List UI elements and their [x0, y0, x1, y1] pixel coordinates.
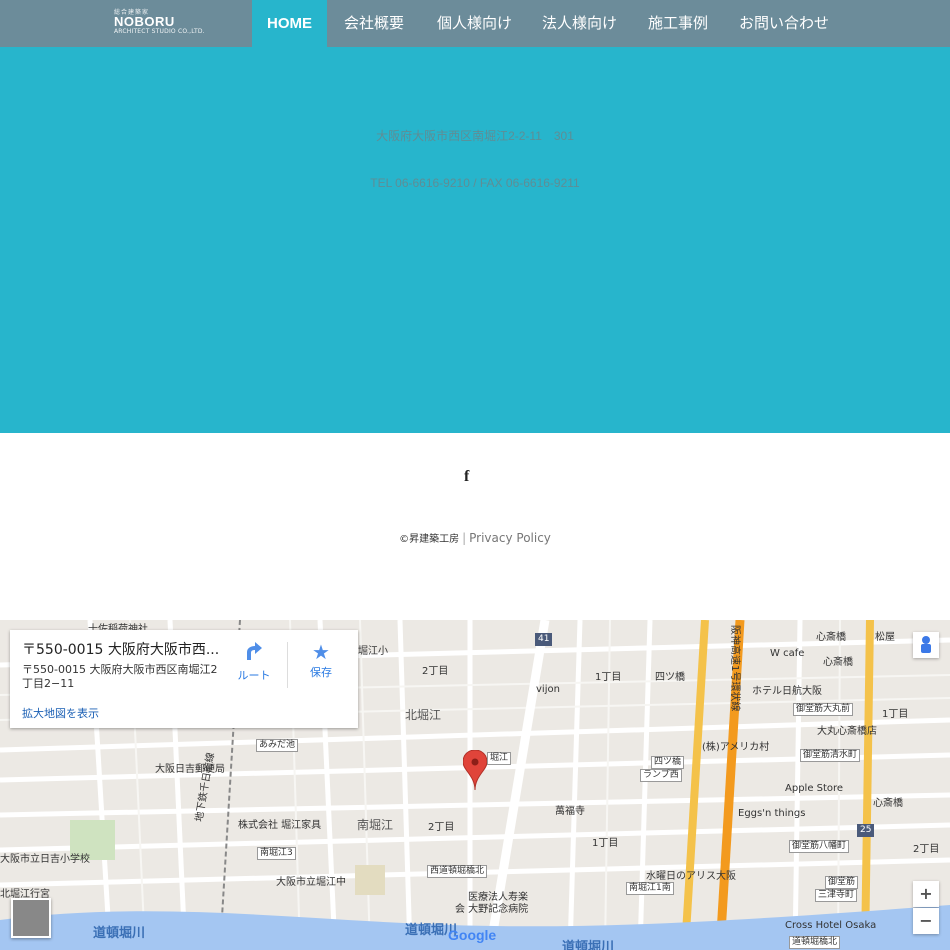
google-logo: Google — [448, 927, 496, 943]
logo-title: NOBORU — [114, 14, 175, 29]
map-label: 萬福寺 — [555, 806, 585, 817]
larger-map-link[interactable]: 拡大地図を表示 — [22, 705, 99, 721]
footer: f ©昇建築工房 | Privacy Policy — [0, 433, 950, 620]
top-nav: 総合建築家 NOBORU ARCHITECT STUDIO CO.,LTD. H… — [0, 0, 950, 47]
map-label: 心斎橋 — [873, 798, 903, 809]
satellite-toggle[interactable] — [11, 898, 51, 938]
street-view-pegman-icon[interactable] — [913, 632, 939, 658]
zoom-in-button[interactable]: + — [913, 881, 939, 907]
nav-corporate[interactable]: 法人様向け — [542, 0, 617, 47]
map-label: 大丸心斎橋店 — [817, 726, 877, 737]
directions-icon — [229, 640, 279, 667]
map-label: Eggs'n things — [738, 808, 806, 819]
nav-contact[interactable]: お問い合わせ — [739, 0, 829, 47]
map-label: 道頓堀川 — [93, 926, 146, 941]
map-label: 御堂筋大丸前 — [793, 703, 854, 716]
map-label: 西道頓堀橋北 — [427, 865, 488, 878]
place-address: 〒550-0015 大阪府大阪市西区南堀江2丁目2−11 — [22, 663, 218, 690]
map-pin-icon[interactable] — [462, 749, 488, 794]
map-label: 大阪市立堀江中 — [276, 877, 346, 888]
map-label: 2丁目 — [913, 844, 940, 855]
map-label: 水曜日のアリス大阪 — [646, 871, 736, 882]
logo-subtitle: ARCHITECT STUDIO CO.,LTD. — [114, 28, 205, 35]
company-phone: TEL 06-6616-9210 / FAX 06-6616-9211 — [370, 176, 580, 190]
nav-works[interactable]: 施工事例 — [648, 0, 708, 47]
map-label: 四ツ橋 — [651, 756, 685, 769]
map-label: 南堀江 — [357, 818, 394, 832]
map-label: 四ツ橋 — [655, 672, 685, 683]
map-label: 松屋 — [875, 632, 895, 643]
map-label: 北堀江 — [405, 708, 442, 722]
map-label: 2丁目 — [422, 666, 449, 677]
map-label: 三津寺町 — [815, 889, 858, 902]
map-label: vijon — [536, 684, 560, 695]
map-label: 大阪市立日吉小学校 — [0, 854, 90, 865]
facebook-icon[interactable]: f — [464, 468, 469, 486]
footer-separator: | — [462, 531, 467, 545]
map-label: 御堂筋八幡町 — [789, 840, 850, 853]
nav-home[interactable]: HOME — [252, 0, 327, 47]
map-label: 株式会社 堀江家具 — [238, 820, 322, 831]
map-label: 心斎橋 — [816, 632, 846, 643]
directions-label: ルート — [237, 669, 271, 682]
map-label: 2丁目 — [428, 822, 455, 833]
privacy-policy-link[interactable]: Privacy Policy — [469, 531, 551, 545]
map-label: 南堀江1南 — [626, 882, 674, 895]
map-label: 阪神高速1号環状線 — [729, 625, 740, 712]
map-label: 41 — [535, 633, 553, 646]
map-label: 堀江 — [487, 752, 512, 765]
google-logo-text: Google — [448, 927, 497, 943]
map-label: 南堀江3 — [257, 847, 296, 860]
directions-button[interactable]: ルート — [229, 640, 279, 683]
map-label: 1丁目 — [595, 672, 622, 683]
map-label: ランプ西 — [640, 769, 682, 782]
map-label: Apple Store — [785, 783, 844, 794]
copyright-text: ©昇建築工房 — [399, 534, 460, 545]
map-label: 1丁目 — [882, 709, 909, 720]
map-label: 会 大野記念病院 — [455, 904, 529, 915]
map-label: W cafe — [770, 648, 805, 659]
copyright-line: ©昇建築工房 | Privacy Policy — [0, 530, 950, 545]
map-label: Cross Hotel Osaka — [785, 920, 877, 931]
save-button[interactable]: ★ 保存 — [296, 640, 346, 680]
map-info-card: 〒550-0015 大阪府大阪市西... 〒550-0015 大阪府大阪市西区南… — [10, 630, 358, 728]
map-label: 御堂筋 — [825, 876, 859, 889]
map-label: (株)アメリカ村 — [702, 742, 770, 753]
company-address: 大阪府大阪市西区南堀江2-2-11 301 — [376, 129, 574, 143]
star-icon: ★ — [312, 640, 330, 664]
map-label: 1丁目 — [592, 838, 619, 849]
nav-personal[interactable]: 個人様向け — [437, 0, 512, 47]
map-label: 25 — [857, 824, 875, 837]
site-logo[interactable]: 総合建築家 NOBORU ARCHITECT STUDIO CO.,LTD. — [114, 7, 205, 35]
logo-tagline: 総合建築家 — [114, 9, 150, 16]
save-label: 保存 — [310, 666, 332, 679]
map-label: 堀江小 — [358, 646, 388, 657]
place-title: 〒550-0015 大阪府大阪市西... — [22, 642, 220, 658]
map-label: 御堂筋清水町 — [800, 749, 861, 762]
map-label: 道頓堀橋北 — [789, 936, 841, 949]
nav-company[interactable]: 会社概要 — [344, 0, 404, 47]
map-label: ホテル日航大阪 — [752, 686, 822, 697]
map-label: あみだ池 — [256, 739, 299, 752]
zoom-out-button[interactable]: − — [913, 908, 939, 934]
hero-section: 大阪府大阪市西区南堀江2-2-11 301 TEL 06-6616-9210 /… — [0, 47, 950, 433]
map-label: 心斎橋 — [823, 657, 853, 668]
card-divider — [287, 642, 288, 688]
map-label: 道頓堀川 — [562, 940, 615, 950]
